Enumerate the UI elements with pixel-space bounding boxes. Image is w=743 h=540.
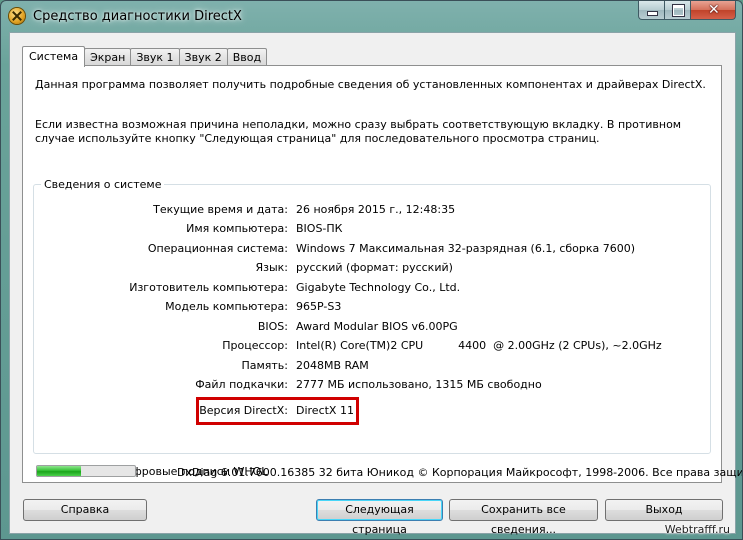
system-tab-panel: Данная программа позволяет получить подр… <box>22 65 722 483</box>
info-row-memory: Память: 2048MB RAM <box>34 358 710 374</box>
info-row-processor: Процессор: Intel(R) Core(TM)2 CPU 4400 @… <box>34 338 710 354</box>
directx-app-icon <box>9 8 25 24</box>
info-value: Intel(R) Core(TM)2 CPU 4400 @ 2.00GHz (2… <box>296 339 662 352</box>
help-button[interactable]: Справка <box>23 499 147 521</box>
maximize-button[interactable] <box>665 1 691 20</box>
info-value: русский (формат: русский) <box>296 261 453 274</box>
progress-bar <box>36 465 136 477</box>
info-row-manufacturer: Изготовитель компьютера: Gigabyte Techno… <box>34 280 710 296</box>
directx-version-highlight-box <box>196 397 359 425</box>
save-all-info-button[interactable]: Сохранить все сведения... <box>449 499 598 536</box>
info-label: Изготовитель компьютера: <box>129 281 288 294</box>
info-value: 2048MB RAM <box>296 359 369 372</box>
info-row-pagefile: Файл подкачки: 2777 МБ использовано, 131… <box>34 377 710 393</box>
info-label: Имя компьютера: <box>186 222 288 235</box>
exit-button[interactable]: Выход <box>605 499 723 521</box>
info-row-language: Язык: русский (формат: русский) <box>34 260 710 276</box>
version-copyright-text: DxDiag 6.01.7600.16385 32 бита Юникод © … <box>177 466 743 479</box>
tab-input[interactable]: Ввод <box>226 48 268 66</box>
info-row-model: Модель компьютера: 965P-S3 <box>34 299 710 315</box>
info-value: BIOS-ПК <box>296 222 343 235</box>
watermark-text: Webtrafff.ru <box>664 523 730 536</box>
system-info-group: Сведения о системе Текущие время и дата:… <box>33 178 711 454</box>
intro-text-1: Данная программа позволяет получить подр… <box>35 78 706 91</box>
info-value: Award Modular BIOS v6.00PG <box>296 320 458 333</box>
progress-bar-fill <box>37 466 82 476</box>
info-label: Текущие время и дата: <box>153 203 288 216</box>
info-value: 2777 МБ использовано, 1315 МБ свободно <box>296 378 542 391</box>
tab-sound-1[interactable]: Звук 1 <box>130 48 180 66</box>
info-label: Процессор: <box>222 339 288 352</box>
tab-strip: Система Экран Звук 1 Звук 2 Ввод <box>22 45 268 67</box>
minimize-button[interactable] <box>638 1 665 20</box>
info-value: 26 ноября 2015 г., 12:48:35 <box>296 203 456 216</box>
tab-system[interactable]: Система <box>22 46 86 67</box>
tab-sound-2[interactable]: Звук 2 <box>178 48 228 66</box>
info-value: Gigabyte Technology Co., Ltd. <box>296 281 461 294</box>
title-bar[interactable]: Средство диагностики DirectX ✕ <box>1 1 742 31</box>
maximize-icon <box>673 5 684 16</box>
info-label: Язык: <box>255 261 288 274</box>
info-row-datetime: Текущие время и дата: 26 ноября 2015 г.,… <box>34 202 710 218</box>
info-row-os: Операционная система: Windows 7 Максимал… <box>34 241 710 257</box>
info-label: Модель компьютера: <box>165 300 288 313</box>
tab-display[interactable]: Экран <box>84 48 132 66</box>
system-info-title: Сведения о системе <box>41 178 165 191</box>
info-label: Файл подкачки: <box>195 378 288 391</box>
info-row-bios: BIOS: Award Modular BIOS v6.00PG <box>34 319 710 335</box>
directx-diagnostic-window: Средство диагностики DirectX ✕ Система Э… <box>0 0 743 540</box>
minimize-icon <box>648 12 657 15</box>
info-value: Windows 7 Максимальная 32-разрядная (6.1… <box>296 242 636 255</box>
info-value: 965P-S3 <box>296 300 342 313</box>
info-label: Операционная система: <box>147 242 288 255</box>
info-row-computer-name: Имя компьютера: BIOS-ПК <box>34 221 710 237</box>
close-icon: ✕ <box>708 2 720 18</box>
close-button[interactable]: ✕ <box>691 1 736 20</box>
dialog-client-area: Система Экран Звук 1 Звук 2 Ввод Данная … <box>9 32 742 536</box>
next-page-button[interactable]: Следующая страница <box>316 499 443 536</box>
info-label: BIOS: <box>257 320 288 333</box>
info-label: Память: <box>241 359 288 372</box>
intro-text-2: Если известна возможная причина неполадк… <box>35 118 682 145</box>
window-title: Средство диагностики DirectX <box>33 9 242 24</box>
info-row-directx-version: Версия DirectX: DirectX 11 <box>34 403 710 419</box>
caption-buttons: ✕ <box>638 1 736 20</box>
